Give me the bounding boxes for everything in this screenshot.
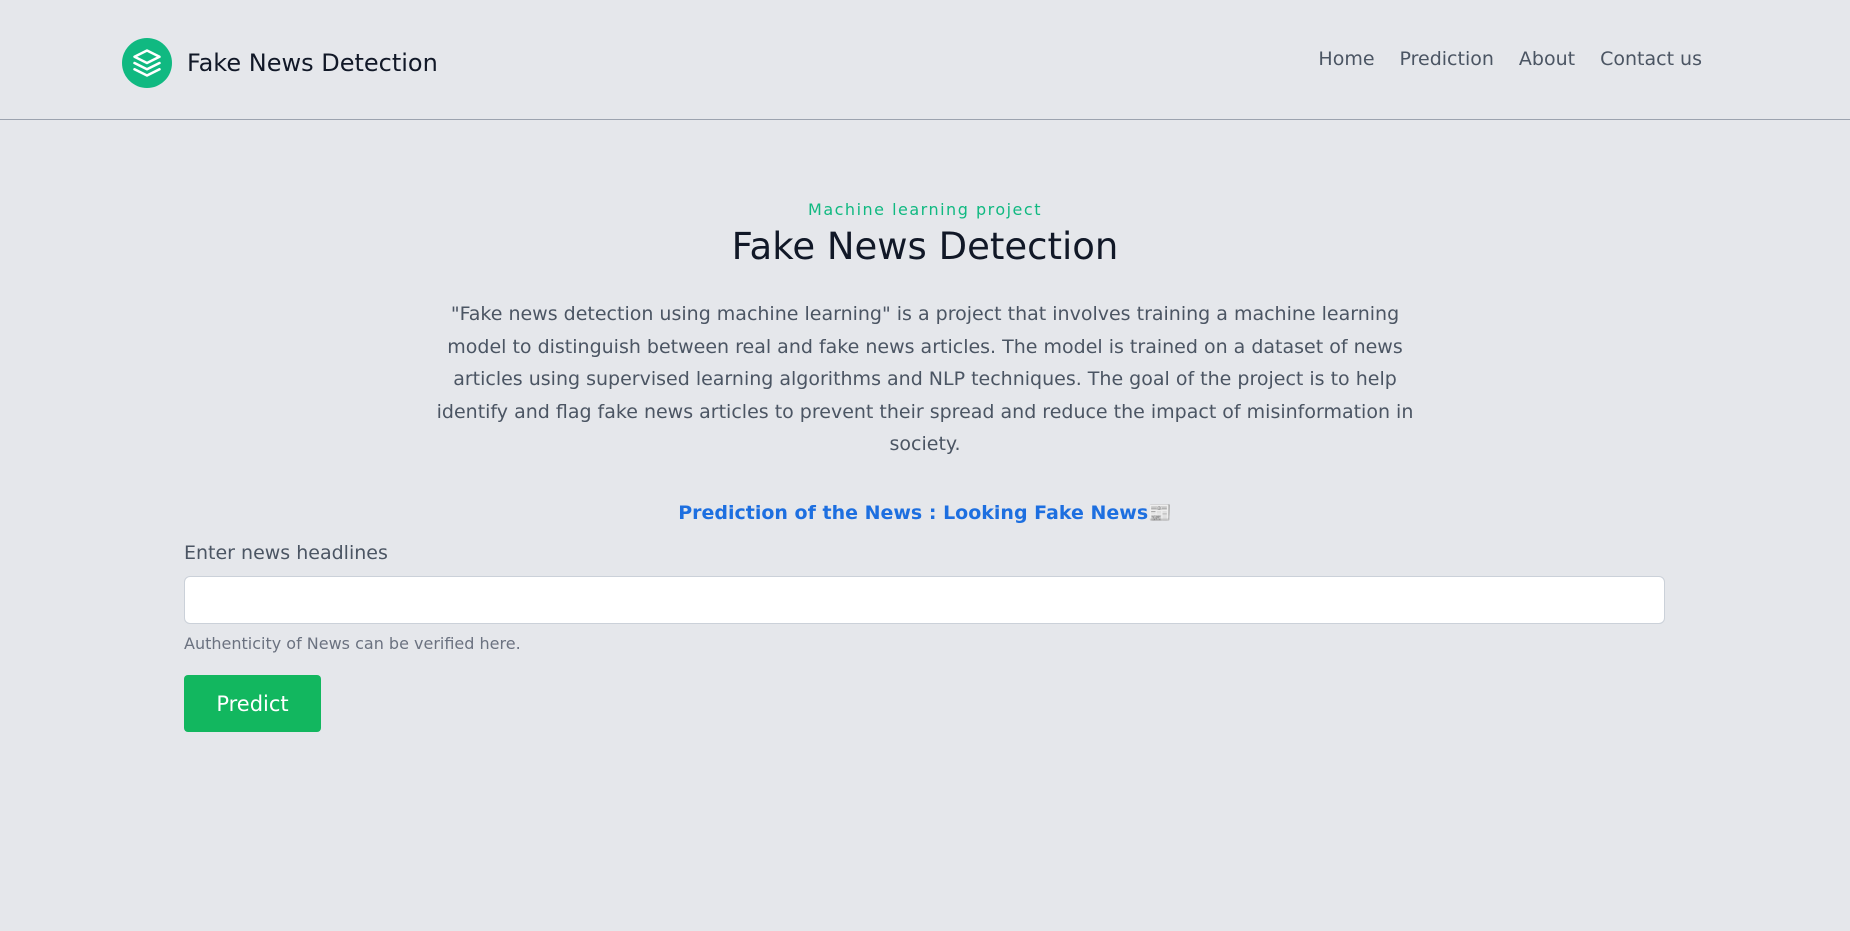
headline-input[interactable] (184, 576, 1665, 624)
nav-link-about[interactable]: About (1519, 48, 1575, 70)
predict-button[interactable]: Predict (184, 675, 321, 732)
eyebrow-text: Machine learning project (808, 200, 1042, 219)
headline-label: Enter news headlines (184, 542, 388, 564)
prediction-heading: Prediction of the News : Looking Fake Ne… (678, 501, 1172, 524)
nav-link-contact[interactable]: Contact us (1600, 48, 1702, 70)
site-header: Fake News Detection Home Prediction Abou… (0, 0, 1850, 120)
project-description: "Fake news detection using machine learn… (436, 303, 1414, 455)
stack-layers-icon (122, 38, 172, 88)
helper-text: Authenticity of News can be verified her… (184, 634, 521, 653)
nav-link-home[interactable]: Home (1318, 48, 1374, 70)
nav-link-prediction[interactable]: Prediction (1400, 48, 1494, 70)
prediction-form: Enter news headlines Authenticity of New… (184, 542, 1665, 732)
hero-section: Machine learning project Fake News Detec… (0, 200, 1850, 524)
brand-link[interactable]: Fake News Detection (122, 38, 438, 88)
main-nav: Home Prediction About Contact us (1318, 48, 1702, 70)
page-title: Fake News Detection (731, 225, 1119, 268)
brand-name: Fake News Detection (187, 49, 438, 77)
